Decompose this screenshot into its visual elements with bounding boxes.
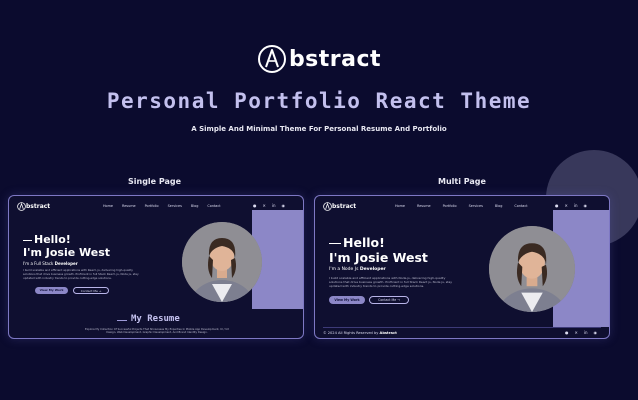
nav-item-contact[interactable]: Contact bbox=[207, 204, 220, 208]
single-logo[interactable]: bstract bbox=[17, 201, 51, 211]
x-twitter-icon[interactable]: ✕ bbox=[565, 203, 568, 208]
abstract-a-logo-icon bbox=[323, 201, 332, 211]
multi-contact-button[interactable]: Contact Me → bbox=[369, 296, 409, 304]
github-icon[interactable]: ◉ bbox=[282, 203, 286, 208]
nav-item-contact[interactable]: Contact bbox=[514, 204, 527, 208]
linkedin-icon[interactable]: in bbox=[574, 203, 578, 208]
multi-logo[interactable]: bstract bbox=[323, 201, 357, 211]
single-resume-title: My Resume bbox=[131, 314, 180, 324]
single-resume-description: Explore My Collection Of Successful Proj… bbox=[85, 328, 229, 335]
single-logo-text: bstract bbox=[26, 202, 51, 210]
page-subtitle: A Simple And Minimal Theme For Personal … bbox=[191, 125, 447, 133]
nav-item-portfolio[interactable]: Portfolio bbox=[145, 204, 159, 208]
multi-name-heading: I'm Josie West bbox=[329, 250, 428, 265]
multi-footer-copyright: © 2024 All Rights Reserved by Abstract bbox=[323, 331, 397, 335]
github-icon[interactable]: ◉ bbox=[594, 330, 598, 335]
nav-item-blog[interactable]: Blog bbox=[191, 204, 199, 208]
facebook-icon[interactable]: ● bbox=[565, 330, 569, 335]
single-hello-heading: Hello! bbox=[23, 233, 71, 246]
github-icon[interactable]: ◉ bbox=[584, 203, 588, 208]
multi-description: I build scalable and efficient applicati… bbox=[329, 276, 453, 289]
abstract-a-logo-icon bbox=[257, 45, 286, 73]
nav-item-blog[interactable]: Blog bbox=[495, 204, 503, 208]
multi-view-work-button[interactable]: View My Work bbox=[329, 296, 365, 304]
single-description: I build scalable and efficient applicati… bbox=[23, 268, 139, 280]
multi-page-preview[interactable]: bstract Home Resume Portfolio Services B… bbox=[314, 195, 610, 339]
x-twitter-icon[interactable]: ✕ bbox=[263, 203, 266, 208]
abstract-a-logo-icon bbox=[17, 201, 26, 211]
single-profile-photo bbox=[182, 222, 262, 302]
multi-logo-text: bstract bbox=[332, 202, 357, 210]
nav-item-home[interactable]: Home bbox=[395, 204, 405, 208]
person-portrait-icon bbox=[489, 226, 575, 312]
facebook-icon[interactable]: ● bbox=[555, 203, 559, 208]
single-view-work-button[interactable]: View My Work bbox=[35, 287, 68, 294]
nav-item-services[interactable]: Services bbox=[168, 204, 182, 208]
nav-item-resume[interactable]: Resume bbox=[122, 204, 136, 208]
single-nav-links: Home Resume Portfolio Services Blog Cont… bbox=[103, 204, 221, 208]
single-contact-button[interactable]: Contact Me → bbox=[73, 287, 109, 294]
nav-item-portfolio[interactable]: Portfolio bbox=[443, 204, 457, 208]
multi-footer-divider bbox=[323, 327, 601, 328]
linkedin-icon[interactable]: in bbox=[584, 330, 588, 335]
single-role-line: I'm a Full Stack Developer bbox=[23, 261, 78, 266]
single-social-links: ● ✕ in ◉ bbox=[253, 203, 285, 208]
x-twitter-icon[interactable]: ✕ bbox=[575, 330, 578, 335]
single-page-label: Single Page bbox=[128, 177, 182, 186]
person-portrait-icon bbox=[182, 222, 262, 302]
multi-nav-links: Home Resume Portfolio Services Blog Cont… bbox=[395, 204, 528, 208]
brand-logo: bstract bbox=[0, 44, 638, 74]
multi-social-links: ● ✕ in ◉ bbox=[555, 203, 587, 208]
single-page-preview[interactable]: bstract Home Resume Portfolio Services B… bbox=[8, 195, 304, 339]
nav-item-services[interactable]: Services bbox=[469, 204, 483, 208]
resume-title-line-left bbox=[117, 320, 127, 321]
page-title: Personal Portfolio React Theme bbox=[106, 89, 532, 113]
facebook-icon[interactable]: ● bbox=[253, 203, 257, 208]
linkedin-icon[interactable]: in bbox=[272, 203, 276, 208]
single-name-heading: I'm Josie West bbox=[23, 246, 111, 259]
brand-logo-text: bstract bbox=[288, 46, 382, 72]
multi-role-line: I'm a Node Js Developer bbox=[329, 267, 386, 272]
multi-page-label: Multi Page bbox=[438, 177, 486, 186]
multi-footer-social-links: ● ✕ in ◉ bbox=[565, 330, 597, 335]
multi-hello-heading: Hello! bbox=[329, 235, 385, 250]
multi-profile-photo bbox=[489, 226, 575, 312]
nav-item-resume[interactable]: Resume bbox=[417, 204, 431, 208]
nav-item-home[interactable]: Home bbox=[103, 204, 113, 208]
